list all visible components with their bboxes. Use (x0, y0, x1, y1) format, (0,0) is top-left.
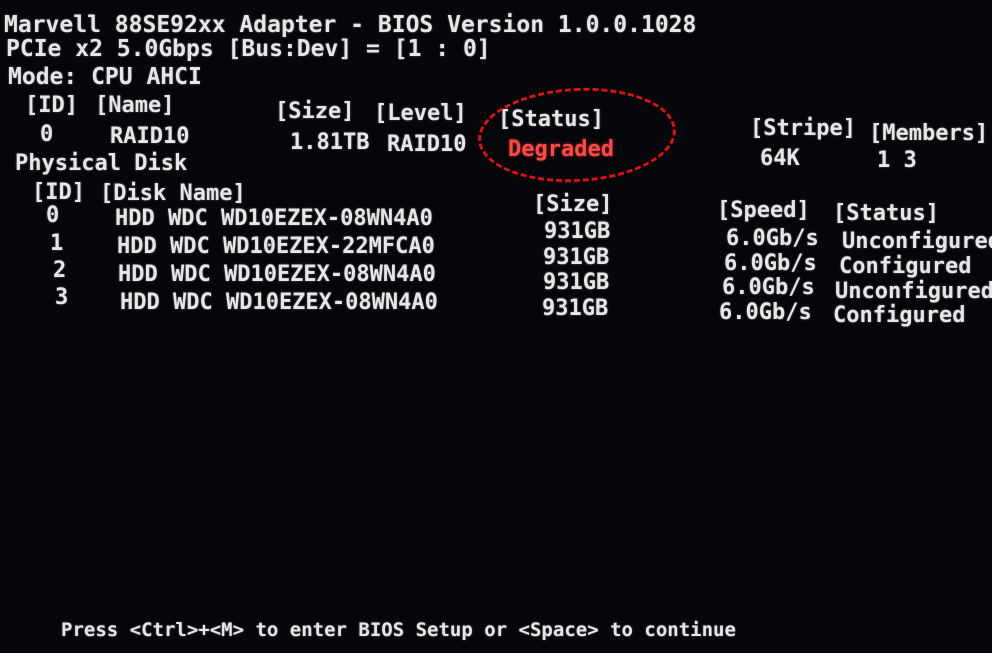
vd-col-stripe: [Stripe] (750, 116, 856, 141)
pd-row-3-name: HDD WDC WD10EZEX-08WN4A0 (120, 290, 438, 315)
pd-col-disk-name: [Disk Name] (100, 181, 246, 206)
vd-col-size: [Size] (275, 99, 355, 124)
vd-members: 1 3 (877, 148, 917, 173)
pd-row-3-id: 3 (55, 285, 69, 310)
pd-row-2-name: HDD WDC WD10EZEX-08WN4A0 (118, 262, 436, 287)
pd-row-0-status: Unconfigured (842, 229, 992, 254)
vd-id: 0 (40, 122, 54, 147)
continue-prompt: Press <Ctrl>+<M> to enter BIOS Setup or … (61, 619, 736, 641)
pd-row-1-status: Configured (839, 254, 972, 279)
pd-row-3-status: Configured (833, 303, 966, 328)
pd-row-1-id: 1 (50, 231, 64, 256)
controller-mode: Mode: CPU AHCI (8, 64, 202, 90)
status-highlight-ellipse (475, 82, 679, 188)
pd-row-3-size: 931GB (542, 296, 609, 321)
pd-row-2-id: 2 (53, 258, 67, 283)
pd-row-2-status: Unconfigured (835, 279, 992, 304)
vd-col-level: [Level] (374, 101, 467, 126)
vd-col-name: [Name] (95, 93, 175, 118)
vd-col-id: [ID] (25, 93, 78, 118)
pd-col-speed: [Speed] (717, 198, 810, 223)
pd-row-1-name: HDD WDC WD10EZEX-22MFCA0 (117, 234, 435, 259)
vd-level: RAID10 (387, 132, 467, 157)
pd-row-2-size: 931GB (543, 270, 610, 295)
bios-screen: Marvell 88SE92xx Adapter - BIOS Version … (0, 0, 992, 653)
pd-row-0-size: 931GB (544, 219, 611, 244)
pd-row-0-speed: 6.0Gb/s (726, 226, 819, 251)
pd-col-size: [Size] (533, 192, 613, 217)
pd-row-1-speed: 6.0Gb/s (724, 251, 817, 276)
physical-disk-title: Physical Disk (15, 151, 188, 176)
pd-row-0-id: 0 (46, 203, 60, 228)
vd-col-members: [Members] (869, 121, 989, 146)
pd-row-0-name: HDD WDC WD10EZEX-08WN4A0 (115, 206, 433, 231)
pd-col-status: [Status] (833, 201, 939, 226)
vd-name: RAID10 (110, 124, 190, 149)
pcie-bus-info: PCIe x2 5.0Gbps [Bus:Dev] = [1 : 0] (6, 36, 491, 62)
pd-row-2-speed: 6.0Gb/s (722, 275, 815, 300)
pd-row-3-speed: 6.0Gb/s (719, 300, 812, 325)
vd-size: 1.81TB (290, 130, 370, 155)
bios-title: Marvell 88SE92xx Adapter - BIOS Version … (4, 12, 697, 38)
vd-stripe: 64K (760, 146, 800, 171)
pd-row-1-size: 931GB (543, 245, 610, 270)
pd-col-id: [ID] (32, 180, 85, 205)
